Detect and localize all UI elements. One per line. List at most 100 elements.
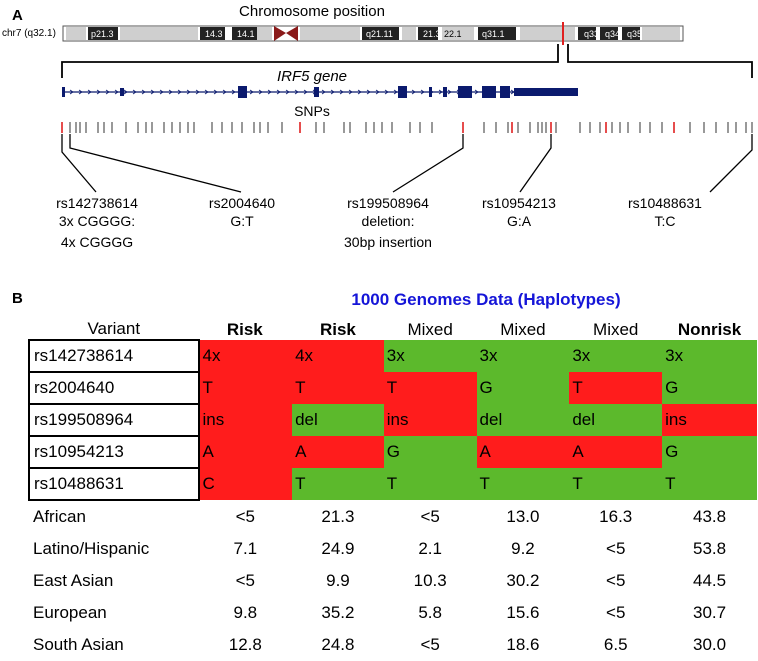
risk-allele-cell: A xyxy=(569,436,663,468)
frequency-value: <5 xyxy=(420,635,440,654)
chromosome-ideogram: p21.3 14.3 14.1 q21.11 21.3 22.1 q31.1 q… xyxy=(62,22,684,45)
chromosome-name: chr7 (q32.1) xyxy=(2,28,56,39)
panel-a-diagram: A Chromosome position chr7 (q32.1) p21.3… xyxy=(2,3,753,250)
nonrisk-allele-cell: G xyxy=(662,436,757,468)
variant-name: rs10488631 xyxy=(28,467,200,501)
nonrisk-allele-cell: G xyxy=(476,372,570,404)
svg-text:G:T: G:T xyxy=(230,213,254,229)
haplotype-header: Risk xyxy=(319,320,356,339)
risk-allele-cell: 4x xyxy=(198,340,293,372)
snp-label-rs199508964: rs199508964 deletion: 30bp insertion xyxy=(344,195,432,250)
nonrisk-allele-cell: del xyxy=(292,404,384,436)
haplotype-header: Nonrisk xyxy=(677,320,742,339)
svg-text:rs10488631: rs10488631 xyxy=(628,195,702,211)
risk-allele-cell: A xyxy=(198,436,293,468)
band-label: q33 xyxy=(584,29,599,39)
band-label: q31.1 xyxy=(482,29,505,39)
frequency-value: 53.8 xyxy=(693,539,727,558)
haplotype-header: Risk xyxy=(226,320,263,339)
nonrisk-allele-cell: 3x xyxy=(662,340,757,372)
svg-text:rs10954213: rs10954213 xyxy=(482,195,556,211)
chromosome-band-light xyxy=(402,27,416,40)
variant-name: rs10954213 xyxy=(28,435,200,469)
variant-header: Variant xyxy=(87,319,141,338)
frequency-value: <5 xyxy=(606,571,626,590)
frequency-value: 6.5 xyxy=(603,635,628,654)
frequency-value: 9.9 xyxy=(326,571,350,590)
haplotype-header: Mixed xyxy=(593,320,639,339)
variant-name: rs2004640 xyxy=(28,371,200,405)
frequency-value: <5 xyxy=(235,506,255,526)
variant-row: rs10488631 C T T T T T xyxy=(28,467,757,501)
chromosome-band-light xyxy=(120,27,198,40)
frequency-value: 24.8 xyxy=(321,635,355,654)
chromosome-band-light xyxy=(520,27,575,40)
variant-name: rs142738614 xyxy=(28,339,200,373)
gene-title: IRF5 gene xyxy=(277,68,347,85)
panel-a-letter: A xyxy=(12,7,23,24)
nonrisk-allele-cell: T xyxy=(383,468,477,500)
frequency-value: 30.7 xyxy=(693,603,727,622)
risk-allele-cell: 4x xyxy=(292,340,384,372)
snp-label-rs142738614: rs142738614 3x CGGGG: 4x CGGGG xyxy=(56,195,138,250)
risk-allele-cell: A xyxy=(476,436,570,468)
band-label: q21.11 xyxy=(366,29,393,39)
frequency-value: <5 xyxy=(606,539,626,558)
snp-callouts xyxy=(61,134,753,193)
chromosome-band-light xyxy=(642,27,680,40)
snp-track xyxy=(61,122,753,133)
frequency-value: 5.8 xyxy=(418,603,442,622)
frequency-value: 24.9 xyxy=(321,539,355,558)
band-label: 14.3 xyxy=(205,29,223,39)
snp-label-rs10954213: rs10954213 G:A xyxy=(482,195,556,229)
nonrisk-allele-cell: T xyxy=(476,468,570,500)
svg-text:30bp insertion: 30bp insertion xyxy=(344,234,432,250)
frequency-value: 9.2 xyxy=(511,539,535,558)
svg-text:rs142738614: rs142738614 xyxy=(56,195,138,211)
variant-row: rs199508964 ins del ins del del ins xyxy=(28,403,757,437)
variant-name: rs199508964 xyxy=(28,403,200,437)
risk-allele-cell: ins xyxy=(383,404,477,436)
frequency-value: 7.1 xyxy=(233,539,258,558)
risk-allele-cell: T xyxy=(383,372,477,404)
svg-text:4x CGGGG: 4x CGGGG xyxy=(61,234,133,250)
population-name: East Asian xyxy=(33,571,114,590)
nonrisk-allele-cell: G xyxy=(662,372,757,404)
risk-allele-cell: T xyxy=(292,372,384,404)
chromosome-band-light xyxy=(300,27,360,40)
chromosome-title: Chromosome position xyxy=(239,3,385,20)
svg-text:G:A: G:A xyxy=(507,213,532,229)
frequency-value: 15.6 xyxy=(506,603,540,622)
zoom-bracket-right xyxy=(567,44,753,78)
variant-row: rs10954213 A A G A A G xyxy=(28,435,757,469)
risk-allele-cell: T xyxy=(569,372,663,404)
population-name: European xyxy=(33,603,107,622)
variant-row: rs142738614 4x 4x 3x 3x 3x 3x xyxy=(28,339,757,373)
nonrisk-allele-cell: T xyxy=(292,468,384,500)
haplotype-title: 1000 Genomes Data (Haplotypes) xyxy=(351,290,621,309)
nonrisk-allele-cell: T xyxy=(569,468,663,500)
frequency-value: 9.8 xyxy=(233,603,258,622)
table-header-row: Variant Risk Risk Mixed Mixed Mixed Nonr… xyxy=(29,311,757,340)
risk-allele-cell: ins xyxy=(198,404,293,436)
risk-allele-cell: C xyxy=(198,468,293,500)
band-label: q35 xyxy=(627,29,642,39)
chromosome-band-light xyxy=(66,27,86,40)
frequency-value: 12.8 xyxy=(228,635,262,654)
nonrisk-allele-cell: del xyxy=(476,404,570,436)
nonrisk-allele-cell: del xyxy=(569,404,663,436)
svg-text:rs2004640: rs2004640 xyxy=(209,195,275,211)
frequency-value: 18.6 xyxy=(506,635,540,654)
band-label: q34 xyxy=(605,29,620,39)
population-row: African <5 21.3 <5 13.0 16.3 43.8 xyxy=(29,500,757,533)
population-row: European 9.8 35.2 5.8 15.6 <5 30.7 xyxy=(29,597,757,629)
snp-label-rs2004640: rs2004640 G:T xyxy=(209,195,275,229)
nonrisk-allele-cell: G xyxy=(383,436,477,468)
svg-text:deletion:: deletion: xyxy=(362,213,415,229)
risk-allele-cell: A xyxy=(292,436,384,468)
frequency-value: 35.2 xyxy=(321,603,355,622)
band-label: 21.3 xyxy=(423,29,441,39)
snp-label-rs10488631: rs10488631 T:C xyxy=(628,195,702,229)
population-row: East Asian <5 9.9 10.3 30.2 <5 44.5 xyxy=(29,565,757,597)
variant-row: rs2004640 T T T G T G xyxy=(28,371,757,405)
